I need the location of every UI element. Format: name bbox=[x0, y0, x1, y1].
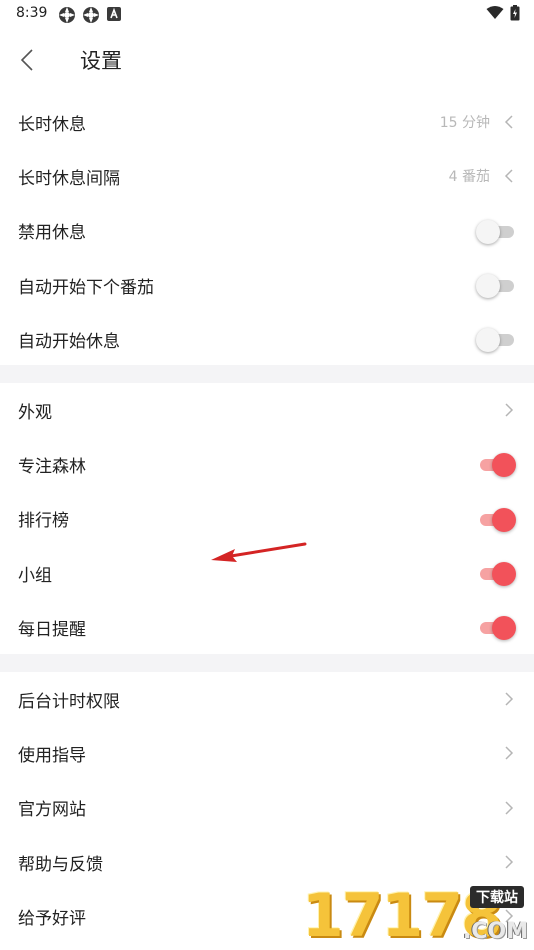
row-value: 15 分钟 bbox=[439, 115, 490, 132]
disable-break-row: 禁用休息 bbox=[0, 204, 534, 258]
row-label: 官方网站 bbox=[18, 800, 86, 821]
row-label: 自动开始休息 bbox=[18, 331, 120, 352]
battery-icon bbox=[510, 5, 520, 21]
chevron-right-icon bbox=[502, 690, 516, 708]
chevron-left-icon bbox=[502, 113, 516, 131]
row-label: 长时休息 bbox=[18, 114, 86, 135]
row-label: 排行榜 bbox=[18, 511, 69, 532]
notification-app-icon bbox=[83, 7, 99, 23]
row-label: 每日提醒 bbox=[18, 619, 86, 640]
row-value: 4 番茄 bbox=[448, 169, 490, 186]
chevron-right-icon bbox=[502, 401, 516, 419]
status-notification-icons bbox=[58, 6, 122, 24]
chevron-right-icon bbox=[502, 799, 516, 817]
official-website-row[interactable]: 官方网站 bbox=[0, 781, 534, 835]
row-label: 禁用休息 bbox=[18, 223, 86, 244]
status-time: 8:39 bbox=[16, 5, 48, 21]
row-label: 专注森林 bbox=[18, 456, 86, 477]
row-label: 小组 bbox=[18, 565, 52, 586]
auto-start-break-row: 自动开始休息 bbox=[0, 312, 534, 366]
focus-forest-toggle[interactable] bbox=[478, 452, 518, 478]
group-toggle[interactable] bbox=[478, 561, 518, 587]
auto-start-next-row: 自动开始下个番茄 bbox=[0, 258, 534, 312]
back-button[interactable] bbox=[10, 44, 44, 76]
focus-forest-row: 专注森林 bbox=[0, 437, 534, 491]
feature-settings-section: 外观 专注森林 排行榜 小组 每日提醒 bbox=[0, 383, 534, 654]
app-bar: 设置 bbox=[0, 30, 534, 90]
daily-reminder-toggle[interactable] bbox=[478, 615, 518, 641]
row-label: 长时休息间隔 bbox=[18, 168, 120, 189]
long-break-interval-row[interactable]: 长时休息间隔 4 番茄 bbox=[0, 149, 534, 203]
row-label: 使用指导 bbox=[18, 745, 86, 766]
section-divider bbox=[0, 654, 534, 672]
usage-guide-row[interactable]: 使用指导 bbox=[0, 726, 534, 780]
notification-app-icon bbox=[59, 7, 75, 23]
wifi-icon bbox=[486, 6, 504, 19]
long-break-row[interactable]: 长时休息 15 分钟 bbox=[0, 95, 534, 149]
row-label: 外观 bbox=[18, 402, 52, 423]
chevron-right-icon bbox=[502, 853, 516, 871]
row-label: 自动开始下个番茄 bbox=[18, 277, 154, 298]
watermark-suffix: .COM bbox=[462, 919, 528, 944]
annotation-arrow-icon bbox=[211, 542, 307, 562]
page-title: 设置 bbox=[80, 49, 122, 73]
background-permission-row[interactable]: 后台计时权限 bbox=[0, 672, 534, 726]
auto-start-next-toggle[interactable] bbox=[476, 273, 518, 299]
row-label: 帮助与反馈 bbox=[18, 854, 103, 875]
status-system-icons bbox=[486, 5, 520, 21]
status-bar: 8:39 bbox=[0, 0, 534, 30]
disable-break-toggle[interactable] bbox=[476, 219, 518, 244]
daily-reminder-row: 每日提醒 bbox=[0, 600, 534, 654]
leaderboard-toggle[interactable] bbox=[478, 507, 518, 532]
timer-settings-section: 长时休息 15 分钟 长时休息间隔 4 番茄 禁用休息 自动开始下个番茄 自动开… bbox=[0, 95, 534, 366]
chevron-right-icon bbox=[502, 744, 516, 762]
site-watermark: 17178 下载站 .COM bbox=[302, 884, 532, 948]
watermark-badge: 下载站 bbox=[470, 886, 524, 908]
appearance-row[interactable]: 外观 bbox=[0, 383, 534, 437]
chevron-left-icon bbox=[502, 167, 516, 185]
notification-a-icon bbox=[107, 7, 121, 21]
row-label: 给予好评 bbox=[18, 908, 86, 929]
section-divider bbox=[0, 365, 534, 383]
row-label: 后台计时权限 bbox=[18, 691, 120, 712]
auto-start-break-toggle[interactable] bbox=[476, 327, 518, 353]
chevron-left-icon bbox=[20, 49, 33, 71]
